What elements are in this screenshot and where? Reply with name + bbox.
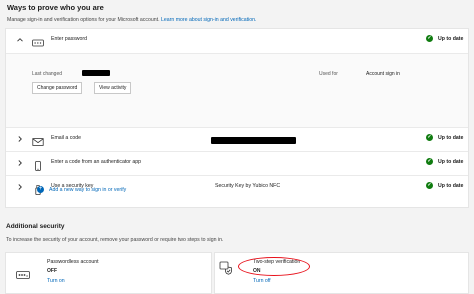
- password-status: ✓ Up to date: [426, 35, 463, 42]
- passwordless-account-tile: Passwordless account OFF Turn on: [5, 252, 212, 294]
- chevron-up-icon[interactable]: [16, 36, 24, 44]
- authenticator-method-row[interactable]: Enter a code from an authenticator app ✓…: [6, 151, 468, 175]
- password-status-text: Up to date: [438, 35, 464, 42]
- security-key-status-text: Up to date: [438, 182, 464, 189]
- additional-security-title: Additional security: [6, 223, 65, 230]
- passwordless-account-name: Passwordless account: [47, 259, 99, 265]
- description-text: Manage sign-in and verification options …: [7, 17, 160, 23]
- authenticator-method-label: Enter a code from an authenticator app: [51, 159, 141, 165]
- checkmark-circle-icon: ✓: [426, 182, 433, 189]
- chevron-right-icon[interactable]: [16, 183, 24, 191]
- phone-icon: [32, 158, 44, 171]
- password-method-row[interactable]: Enter password ✓ Up to date: [6, 29, 468, 53]
- plus-circle-icon: +: [37, 186, 44, 193]
- change-password-button[interactable]: Change password: [32, 82, 83, 94]
- view-activity-button[interactable]: View activity: [94, 82, 132, 94]
- two-step-turn-off-link[interactable]: Turn off: [253, 278, 271, 284]
- redacted-email-address: [211, 137, 296, 144]
- learn-more-link[interactable]: Learn more about sign-in and verificatio…: [161, 17, 256, 23]
- used-for-value: Account sign in: [366, 71, 400, 77]
- email-status-text: Up to date: [438, 134, 464, 141]
- add-sign-in-method-link[interactable]: + Add a new way to sign in or verify: [37, 186, 126, 193]
- chevron-right-icon[interactable]: [16, 159, 24, 167]
- password-keyboard-icon: [32, 35, 44, 47]
- authenticator-status-text: Up to date: [438, 158, 464, 165]
- chevron-right-icon[interactable]: [16, 135, 24, 143]
- password-dots-icon: [16, 267, 30, 285]
- passwordless-turn-on-link[interactable]: Turn on: [47, 278, 65, 284]
- used-for-label: Used for: [319, 71, 338, 77]
- page-title: Ways to prove who you are: [7, 3, 104, 12]
- email-method-label: Email a code: [51, 135, 81, 141]
- last-changed-label: Last changed: [32, 71, 63, 77]
- email-method-row[interactable]: Email a code ✓ Up to date: [6, 127, 468, 151]
- security-key-status: ✓ Up to date: [426, 182, 463, 189]
- additional-security-description: To increase the security of your account…: [6, 237, 224, 243]
- checkmark-circle-icon: ✓: [426, 35, 433, 42]
- checkmark-circle-icon: ✓: [426, 134, 433, 141]
- authenticator-status: ✓ Up to date: [426, 158, 463, 165]
- checkmark-circle-icon: ✓: [426, 158, 433, 165]
- two-step-highlight-annotation: [238, 257, 310, 276]
- page-description: Manage sign-in and verification options …: [7, 17, 256, 23]
- password-method-label: Enter password: [51, 36, 88, 42]
- sign-in-methods-card: Enter password ✓ Up to date Last changed …: [5, 28, 469, 208]
- security-key-detail: Security Key by Yubico NFC: [215, 183, 281, 189]
- two-step-shield-icon: [219, 261, 233, 280]
- redacted-last-changed: [82, 70, 110, 76]
- add-sign-in-method-text: Add a new way to sign in or verify: [49, 186, 127, 193]
- passwordless-account-state: OFF: [47, 268, 57, 274]
- email-status: ✓ Up to date: [426, 134, 463, 141]
- password-details-panel: Last changed Used for Account sign in Ch…: [6, 53, 468, 127]
- envelope-icon: [32, 134, 44, 146]
